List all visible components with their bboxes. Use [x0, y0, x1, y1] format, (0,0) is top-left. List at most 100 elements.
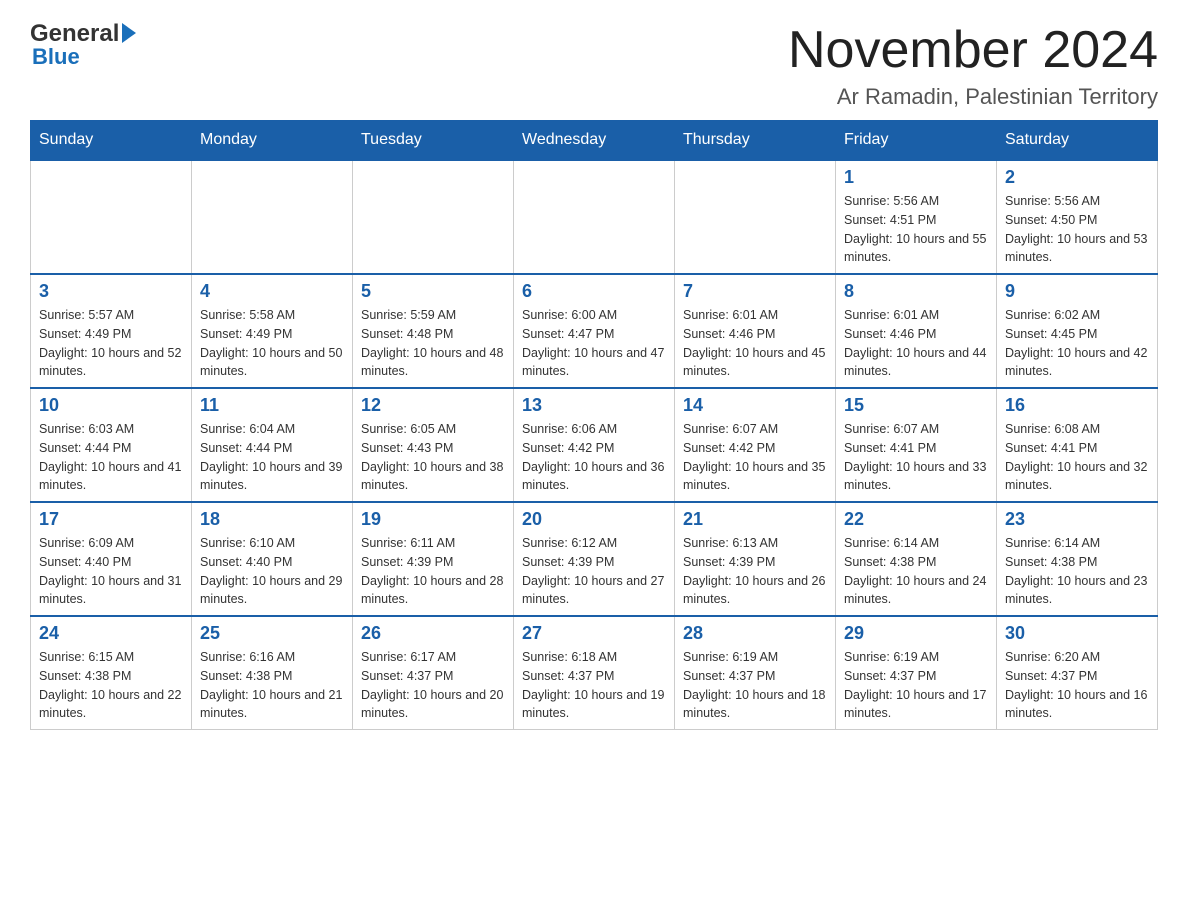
day-info: Sunrise: 6:15 AMSunset: 4:38 PMDaylight:… [39, 648, 183, 723]
day-number: 2 [1005, 167, 1149, 188]
col-wednesday: Wednesday [514, 121, 675, 161]
day-number: 3 [39, 281, 183, 302]
calendar-cell-w2-d2: 4 Sunrise: 5:58 AMSunset: 4:49 PMDayligh… [192, 274, 353, 388]
calendar-week-3: 10 Sunrise: 6:03 AMSunset: 4:44 PMDaylig… [31, 388, 1158, 502]
day-info: Sunrise: 6:00 AMSunset: 4:47 PMDaylight:… [522, 306, 666, 381]
day-number: 10 [39, 395, 183, 416]
day-info: Sunrise: 6:16 AMSunset: 4:38 PMDaylight:… [200, 648, 344, 723]
calendar-cell-w4-d5: 21 Sunrise: 6:13 AMSunset: 4:39 PMDaylig… [675, 502, 836, 616]
day-info: Sunrise: 6:12 AMSunset: 4:39 PMDaylight:… [522, 534, 666, 609]
calendar-cell-w4-d2: 18 Sunrise: 6:10 AMSunset: 4:40 PMDaylig… [192, 502, 353, 616]
calendar-cell-w4-d3: 19 Sunrise: 6:11 AMSunset: 4:39 PMDaylig… [353, 502, 514, 616]
calendar-week-4: 17 Sunrise: 6:09 AMSunset: 4:40 PMDaylig… [31, 502, 1158, 616]
location: Ar Ramadin, Palestinian Territory [788, 84, 1158, 110]
calendar-cell-w3-d4: 13 Sunrise: 6:06 AMSunset: 4:42 PMDaylig… [514, 388, 675, 502]
calendar-cell-w1-d3 [353, 160, 514, 274]
day-number: 16 [1005, 395, 1149, 416]
month-title: November 2024 [788, 20, 1158, 80]
col-monday: Monday [192, 121, 353, 161]
day-info: Sunrise: 6:17 AMSunset: 4:37 PMDaylight:… [361, 648, 505, 723]
day-info: Sunrise: 5:57 AMSunset: 4:49 PMDaylight:… [39, 306, 183, 381]
day-number: 26 [361, 623, 505, 644]
day-info: Sunrise: 6:01 AMSunset: 4:46 PMDaylight:… [844, 306, 988, 381]
day-number: 24 [39, 623, 183, 644]
col-saturday: Saturday [997, 121, 1158, 161]
day-info: Sunrise: 6:19 AMSunset: 4:37 PMDaylight:… [683, 648, 827, 723]
day-number: 4 [200, 281, 344, 302]
title-area: November 2024 Ar Ramadin, Palestinian Te… [788, 20, 1158, 110]
calendar-cell-w3-d5: 14 Sunrise: 6:07 AMSunset: 4:42 PMDaylig… [675, 388, 836, 502]
day-number: 1 [844, 167, 988, 188]
calendar-cell-w4-d6: 22 Sunrise: 6:14 AMSunset: 4:38 PMDaylig… [836, 502, 997, 616]
day-info: Sunrise: 6:06 AMSunset: 4:42 PMDaylight:… [522, 420, 666, 495]
calendar-cell-w3-d1: 10 Sunrise: 6:03 AMSunset: 4:44 PMDaylig… [31, 388, 192, 502]
day-number: 17 [39, 509, 183, 530]
day-number: 8 [844, 281, 988, 302]
page-header: General Blue November 2024 Ar Ramadin, P… [30, 20, 1158, 110]
day-info: Sunrise: 6:20 AMSunset: 4:37 PMDaylight:… [1005, 648, 1149, 723]
day-number: 22 [844, 509, 988, 530]
calendar-cell-w4-d1: 17 Sunrise: 6:09 AMSunset: 4:40 PMDaylig… [31, 502, 192, 616]
calendar-cell-w2-d7: 9 Sunrise: 6:02 AMSunset: 4:45 PMDayligh… [997, 274, 1158, 388]
day-info: Sunrise: 5:58 AMSunset: 4:49 PMDaylight:… [200, 306, 344, 381]
calendar-cell-w1-d4 [514, 160, 675, 274]
calendar-cell-w2-d3: 5 Sunrise: 5:59 AMSunset: 4:48 PMDayligh… [353, 274, 514, 388]
calendar-week-2: 3 Sunrise: 5:57 AMSunset: 4:49 PMDayligh… [31, 274, 1158, 388]
calendar-week-5: 24 Sunrise: 6:15 AMSunset: 4:38 PMDaylig… [31, 616, 1158, 730]
day-number: 6 [522, 281, 666, 302]
calendar-cell-w5-d2: 25 Sunrise: 6:16 AMSunset: 4:38 PMDaylig… [192, 616, 353, 730]
day-number: 30 [1005, 623, 1149, 644]
col-tuesday: Tuesday [353, 121, 514, 161]
calendar-cell-w1-d7: 2 Sunrise: 5:56 AMSunset: 4:50 PMDayligh… [997, 160, 1158, 274]
day-info: Sunrise: 6:13 AMSunset: 4:39 PMDaylight:… [683, 534, 827, 609]
calendar-cell-w1-d2 [192, 160, 353, 274]
logo: General Blue [30, 20, 136, 70]
day-number: 25 [200, 623, 344, 644]
day-number: 21 [683, 509, 827, 530]
day-number: 18 [200, 509, 344, 530]
calendar-cell-w5-d5: 28 Sunrise: 6:19 AMSunset: 4:37 PMDaylig… [675, 616, 836, 730]
calendar-cell-w2-d5: 7 Sunrise: 6:01 AMSunset: 4:46 PMDayligh… [675, 274, 836, 388]
day-number: 12 [361, 395, 505, 416]
calendar-header-row: Sunday Monday Tuesday Wednesday Thursday… [31, 121, 1158, 161]
day-number: 14 [683, 395, 827, 416]
day-number: 28 [683, 623, 827, 644]
day-number: 27 [522, 623, 666, 644]
logo-arrow-icon [122, 23, 136, 43]
day-number: 9 [1005, 281, 1149, 302]
day-number: 7 [683, 281, 827, 302]
day-info: Sunrise: 6:05 AMSunset: 4:43 PMDaylight:… [361, 420, 505, 495]
day-number: 5 [361, 281, 505, 302]
calendar-cell-w1-d6: 1 Sunrise: 5:56 AMSunset: 4:51 PMDayligh… [836, 160, 997, 274]
day-info: Sunrise: 6:19 AMSunset: 4:37 PMDaylight:… [844, 648, 988, 723]
calendar-cell-w5-d7: 30 Sunrise: 6:20 AMSunset: 4:37 PMDaylig… [997, 616, 1158, 730]
calendar-cell-w1-d5 [675, 160, 836, 274]
day-info: Sunrise: 6:14 AMSunset: 4:38 PMDaylight:… [844, 534, 988, 609]
day-info: Sunrise: 6:10 AMSunset: 4:40 PMDaylight:… [200, 534, 344, 609]
logo-blue: Blue [32, 44, 80, 70]
day-info: Sunrise: 6:08 AMSunset: 4:41 PMDaylight:… [1005, 420, 1149, 495]
calendar-cell-w5-d1: 24 Sunrise: 6:15 AMSunset: 4:38 PMDaylig… [31, 616, 192, 730]
day-info: Sunrise: 6:18 AMSunset: 4:37 PMDaylight:… [522, 648, 666, 723]
day-number: 29 [844, 623, 988, 644]
day-info: Sunrise: 6:03 AMSunset: 4:44 PMDaylight:… [39, 420, 183, 495]
day-info: Sunrise: 5:59 AMSunset: 4:48 PMDaylight:… [361, 306, 505, 381]
day-info: Sunrise: 6:07 AMSunset: 4:42 PMDaylight:… [683, 420, 827, 495]
col-sunday: Sunday [31, 121, 192, 161]
calendar-cell-w5-d3: 26 Sunrise: 6:17 AMSunset: 4:37 PMDaylig… [353, 616, 514, 730]
day-number: 23 [1005, 509, 1149, 530]
day-number: 20 [522, 509, 666, 530]
calendar-cell-w5-d6: 29 Sunrise: 6:19 AMSunset: 4:37 PMDaylig… [836, 616, 997, 730]
day-info: Sunrise: 6:09 AMSunset: 4:40 PMDaylight:… [39, 534, 183, 609]
day-number: 19 [361, 509, 505, 530]
calendar-cell-w4-d7: 23 Sunrise: 6:14 AMSunset: 4:38 PMDaylig… [997, 502, 1158, 616]
calendar-cell-w5-d4: 27 Sunrise: 6:18 AMSunset: 4:37 PMDaylig… [514, 616, 675, 730]
day-info: Sunrise: 6:04 AMSunset: 4:44 PMDaylight:… [200, 420, 344, 495]
calendar-cell-w2-d6: 8 Sunrise: 6:01 AMSunset: 4:46 PMDayligh… [836, 274, 997, 388]
calendar-cell-w3-d3: 12 Sunrise: 6:05 AMSunset: 4:43 PMDaylig… [353, 388, 514, 502]
day-info: Sunrise: 6:07 AMSunset: 4:41 PMDaylight:… [844, 420, 988, 495]
calendar-cell-w2-d1: 3 Sunrise: 5:57 AMSunset: 4:49 PMDayligh… [31, 274, 192, 388]
day-info: Sunrise: 5:56 AMSunset: 4:50 PMDaylight:… [1005, 192, 1149, 267]
calendar-cell-w1-d1 [31, 160, 192, 274]
calendar-cell-w4-d4: 20 Sunrise: 6:12 AMSunset: 4:39 PMDaylig… [514, 502, 675, 616]
